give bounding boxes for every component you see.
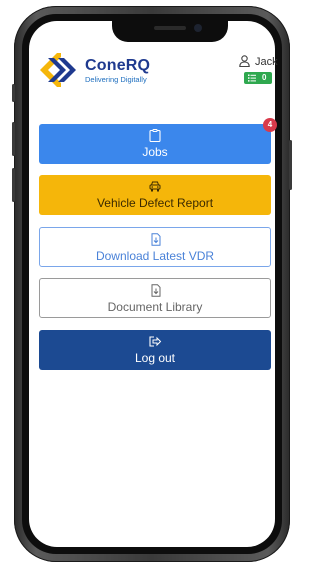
status-badge[interactable]: 0 <box>244 72 272 84</box>
user-name[interactable]: Jack <box>255 56 278 68</box>
brand-tagline: Delivering Digitally <box>85 75 147 84</box>
jobs-label: Jobs <box>142 145 168 159</box>
phone-silent-switch <box>12 84 15 102</box>
file-download-icon <box>151 233 161 246</box>
document-library-label: Document Library <box>107 300 203 314</box>
vehicle-defect-report-button[interactable]: Vehicle Defect Report <box>39 175 271 215</box>
phone-volume-up <box>12 122 15 156</box>
car-icon <box>149 181 161 192</box>
jobs-button[interactable]: Jobs <box>39 124 271 164</box>
phone-notch <box>112 20 228 42</box>
speaker <box>154 26 186 30</box>
file-download-icon <box>151 284 161 297</box>
conerq-logo-icon <box>40 53 76 87</box>
list-icon <box>248 74 256 82</box>
badge-count: 0 <box>262 73 267 82</box>
jobs-notification-badge: 4 <box>263 118 277 132</box>
log-out-label: Log out <box>134 351 176 365</box>
logout-icon <box>149 336 162 347</box>
clipboard-icon <box>149 129 161 142</box>
user-icon[interactable] <box>239 55 250 67</box>
log-out-button[interactable]: Log out <box>39 330 271 370</box>
camera <box>194 24 202 32</box>
document-library-button[interactable]: Document Library <box>39 278 271 318</box>
phone-volume-down <box>12 168 15 202</box>
phone-power-button <box>289 140 292 190</box>
download-latest-vdr-label: Download Latest VDR <box>95 249 215 263</box>
brand-name: ConeRQ <box>85 57 151 74</box>
vehicle-defect-report-label: Vehicle Defect Report <box>96 196 214 210</box>
download-latest-vdr-button[interactable]: Download Latest VDR <box>39 227 271 267</box>
